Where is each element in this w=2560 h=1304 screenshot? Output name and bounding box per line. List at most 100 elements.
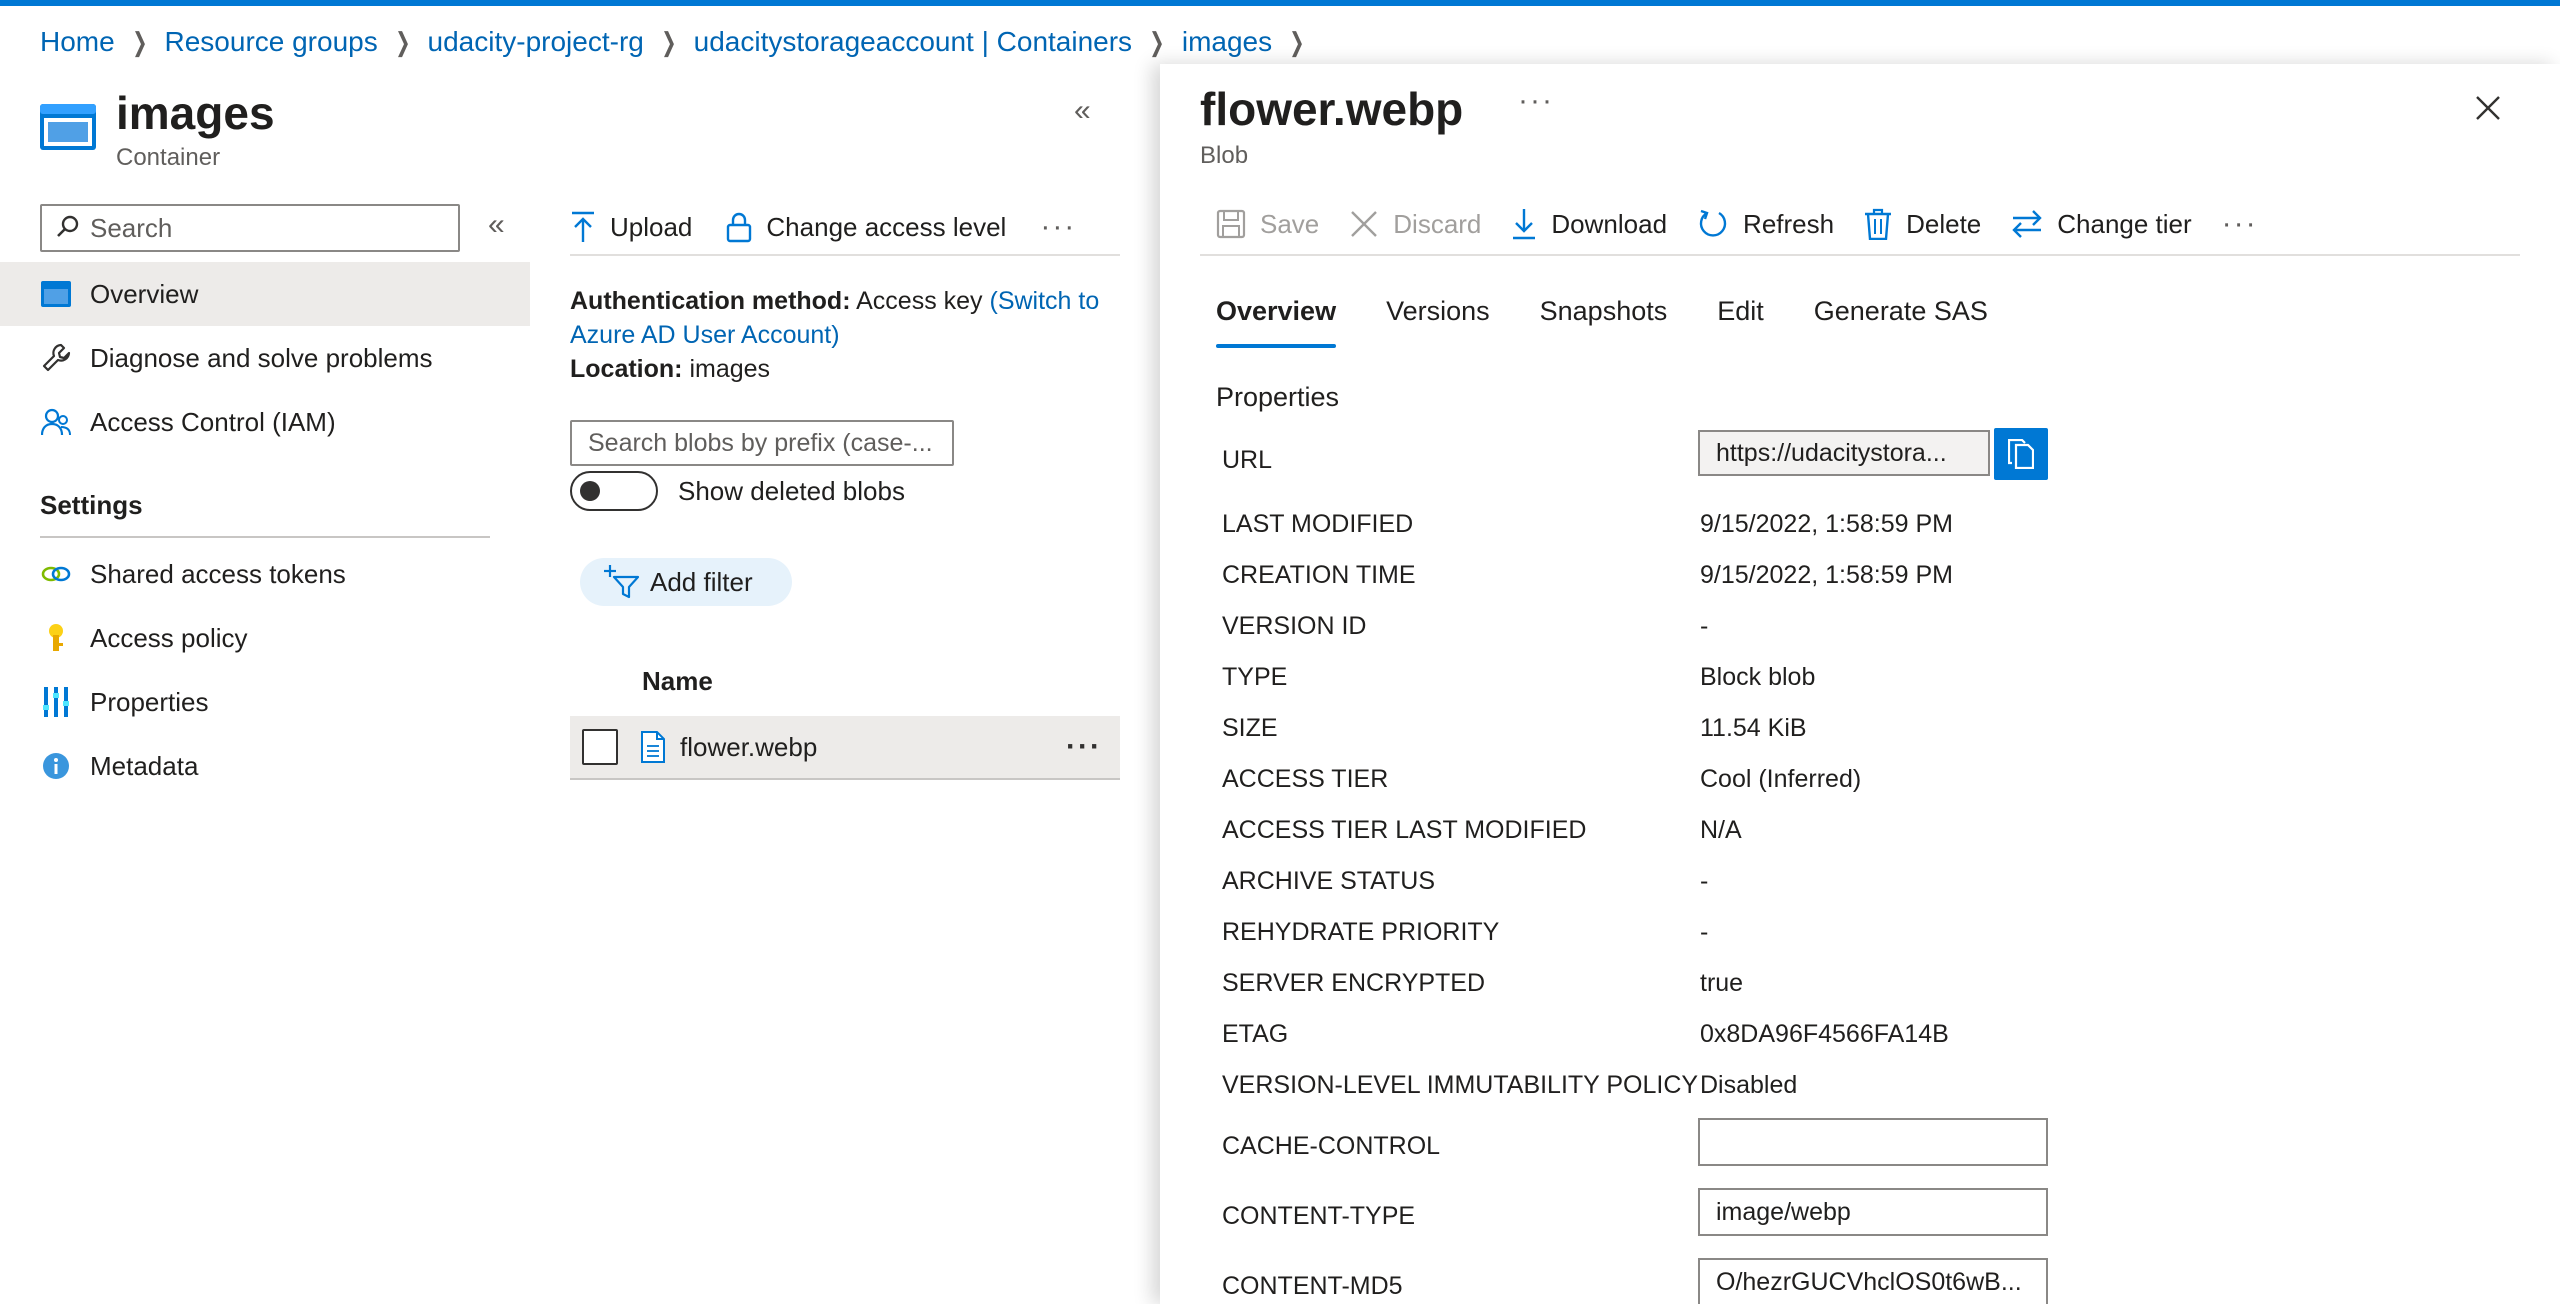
- location-value: images: [689, 355, 771, 383]
- row-checkbox[interactable]: [582, 729, 618, 765]
- filter-add-icon: [604, 565, 640, 599]
- container-toolbar: Upload Change access level ···: [570, 200, 1120, 256]
- copy-icon: [2008, 439, 2034, 469]
- save-icon: [1216, 209, 1246, 239]
- tab-overview[interactable]: Overview: [1216, 296, 1337, 348]
- chevron-right-icon: ❯: [131, 26, 148, 57]
- prop-label: TYPE: [1222, 663, 1288, 691]
- collapse-blade-icon[interactable]: «: [1074, 94, 1091, 128]
- prop-label: LAST MODIFIED: [1222, 510, 1414, 538]
- prop-label: VERSION-LEVEL IMMUTABILITY POLICY: [1222, 1071, 1699, 1099]
- add-filter-label: Add filter: [650, 566, 753, 597]
- prop-label-content-md5: CONTENT-MD5: [1222, 1272, 1403, 1300]
- blob-details-panel: flower.webp ··· Blob Save Discard Downlo…: [1160, 64, 2560, 1304]
- url-field[interactable]: https://udacitystora...: [1698, 430, 1990, 476]
- prop-value: 11.54 KiB: [1700, 714, 1807, 742]
- menu-item-label: Access policy: [90, 622, 248, 653]
- lock-icon: [727, 212, 752, 243]
- tab-versions[interactable]: Versions: [1386, 296, 1490, 348]
- key-icon: [40, 622, 72, 654]
- menu-item-diagnose[interactable]: Diagnose and solve problems: [0, 326, 530, 390]
- breadcrumb-containers[interactable]: udacitystorageaccount | Containers: [694, 26, 1132, 58]
- prop-value: -: [1700, 867, 1709, 895]
- people-icon: [40, 406, 72, 438]
- file-icon: [641, 731, 665, 763]
- menu-item-shared-access-tokens[interactable]: Shared access tokens: [0, 542, 530, 606]
- settings-section-label: Settings: [40, 490, 143, 520]
- delete-button[interactable]: Delete: [1864, 208, 1981, 240]
- discard-button[interactable]: Discard: [1349, 209, 1481, 240]
- column-header-name[interactable]: Name: [642, 666, 713, 697]
- blob-toolbar: Save Discard Download Refresh Delete Cha…: [1200, 194, 2520, 256]
- refresh-button[interactable]: Refresh: [1697, 208, 1834, 240]
- swap-icon: [2012, 210, 2042, 238]
- chevron-right-icon: ❯: [1289, 26, 1305, 57]
- blob-toolbar-more-icon[interactable]: ···: [2222, 207, 2258, 241]
- content-type-field[interactable]: image/webp: [1698, 1188, 2048, 1236]
- prop-label: VERSION ID: [1222, 612, 1367, 640]
- page-subtitle: Container: [116, 144, 221, 171]
- blob-title: flower.webp: [1200, 83, 1464, 135]
- breadcrumb-images[interactable]: images: [1182, 26, 1272, 58]
- upload-button[interactable]: Upload: [570, 211, 692, 243]
- save-button[interactable]: Save: [1216, 209, 1319, 240]
- save-label: Save: [1260, 208, 1320, 239]
- change-access-level-button[interactable]: Change access level: [726, 211, 1006, 243]
- prop-label: REHYDRATE PRIORITY: [1222, 918, 1500, 946]
- change-tier-button[interactable]: Change tier: [2011, 208, 2192, 240]
- tab-generate-sas[interactable]: Generate SAS: [1814, 296, 1988, 348]
- prop-value: 0x8DA96F4566FA14B: [1700, 1020, 1949, 1048]
- tab-snapshots[interactable]: Snapshots: [1540, 296, 1668, 348]
- blob-name-link[interactable]: flower.webp: [680, 732, 817, 763]
- menu-item-access-policy[interactable]: Access policy: [0, 606, 530, 670]
- content-md5-field[interactable]: O/hezrGUCVhclOS0t6wB...: [1698, 1258, 2048, 1304]
- cache-control-field[interactable]: [1698, 1118, 2048, 1166]
- row-more-icon[interactable]: ···: [1066, 730, 1102, 764]
- portal-top-bar: [0, 0, 2560, 6]
- prop-label: CREATION TIME: [1222, 561, 1416, 589]
- discard-label: Discard: [1393, 208, 1482, 239]
- refresh-label: Refresh: [1743, 208, 1835, 239]
- properties-icon: [40, 686, 72, 718]
- link-icon: [40, 558, 72, 590]
- collapse-menu-icon[interactable]: «: [488, 208, 505, 242]
- show-deleted-toggle[interactable]: [570, 471, 658, 511]
- change-access-level-label: Change access level: [766, 211, 1007, 242]
- add-filter-button[interactable]: Add filter: [580, 558, 792, 606]
- breadcrumb-home[interactable]: Home: [40, 26, 115, 58]
- download-button[interactable]: Download: [1511, 208, 1667, 240]
- menu-search-input[interactable]: Search: [40, 204, 460, 252]
- menu-item-label: Properties: [90, 686, 209, 717]
- menu-item-overview[interactable]: Overview: [0, 262, 530, 326]
- menu-item-label: Diagnose and solve problems: [90, 342, 433, 373]
- upload-label: Upload: [610, 211, 693, 242]
- blob-search-input[interactable]: Search blobs by prefix (case-...: [570, 420, 954, 466]
- toolbar-more-icon[interactable]: ···: [1040, 210, 1076, 244]
- breadcrumb-resource-group[interactable]: udacity-project-rg: [428, 26, 644, 58]
- copy-to-clipboard-button[interactable]: [1994, 428, 2048, 480]
- prop-label: ARCHIVE STATUS: [1222, 867, 1435, 895]
- close-icon[interactable]: [2474, 94, 2502, 127]
- prop-value: Disabled: [1700, 1071, 1798, 1099]
- breadcrumb: Home ❯ Resource groups ❯ udacity-project…: [40, 24, 1322, 60]
- prop-label-url: URL: [1222, 446, 1273, 474]
- upload-icon: [572, 211, 594, 242]
- trash-icon: [1865, 208, 1892, 240]
- delete-label: Delete: [1906, 208, 1982, 239]
- info-icon: [40, 750, 72, 782]
- discard-icon: [1351, 211, 1378, 237]
- prop-value: true: [1700, 969, 1744, 997]
- container-blade: images Container « Search « Overview Dia…: [0, 70, 1160, 1304]
- change-tier-label: Change tier: [2057, 208, 2192, 239]
- tab-edit[interactable]: Edit: [1717, 296, 1764, 348]
- menu-item-properties[interactable]: Properties: [0, 670, 530, 734]
- refresh-icon: [1699, 209, 1727, 237]
- prop-label: ACCESS TIER LAST MODIFIED: [1222, 816, 1587, 844]
- menu-item-metadata[interactable]: Metadata: [0, 734, 530, 798]
- title-more-icon[interactable]: ···: [1518, 84, 1554, 118]
- breadcrumb-resource-groups[interactable]: Resource groups: [165, 26, 378, 58]
- table-row[interactable]: flower.webp ···: [570, 716, 1120, 780]
- menu-item-iam[interactable]: Access Control (IAM): [0, 390, 530, 454]
- prop-label: SERVER ENCRYPTED: [1222, 969, 1486, 997]
- menu-item-label: Access Control (IAM): [90, 406, 336, 437]
